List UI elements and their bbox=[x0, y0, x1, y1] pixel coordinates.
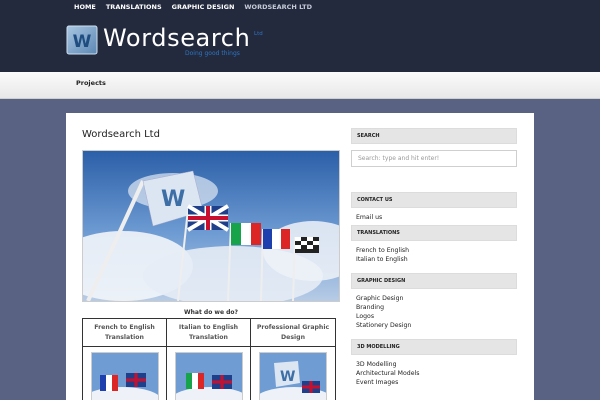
hero-image: W bbox=[82, 150, 340, 302]
service-label[interactable]: Professional Graphic Design bbox=[251, 319, 335, 347]
link-architectural-models[interactable]: Architectural Models bbox=[356, 369, 517, 378]
sidebar: SEARCH CONTACT US Email us TRANSLATIONS … bbox=[351, 128, 517, 387]
contact-heading: CONTACT US bbox=[351, 192, 517, 208]
translations-links: French to English Italian to English bbox=[351, 241, 517, 264]
service-label[interactable]: French to English Translation bbox=[83, 319, 166, 347]
nav-graphic-design[interactable]: GRAPHIC DESIGN bbox=[172, 3, 235, 11]
logo-icon[interactable]: W bbox=[66, 24, 98, 56]
translations-heading: TRANSLATIONS bbox=[351, 225, 517, 241]
logo-tagline: Doing good things bbox=[185, 50, 240, 57]
service-graphic: Professional Graphic Design W bbox=[251, 319, 335, 400]
link-italian-to-english[interactable]: Italian to English bbox=[356, 255, 517, 264]
logo-ltd: Ltd bbox=[254, 31, 263, 37]
service-italian: Italian to English Translation bbox=[167, 319, 251, 400]
service-image-italian[interactable] bbox=[174, 352, 243, 400]
graphic-design-heading: GRAPHIC DESIGN bbox=[351, 273, 517, 289]
secondary-nav: Projects bbox=[0, 72, 600, 99]
top-navigation: HOME TRANSLATIONS GRAPHIC DESIGN WORDSEA… bbox=[74, 3, 312, 11]
link-stationery-design[interactable]: Stationery Design bbox=[356, 321, 517, 330]
search-input[interactable] bbox=[351, 150, 517, 167]
3d-modelling-heading: 3D MODELLING bbox=[351, 339, 517, 355]
service-image-french[interactable] bbox=[90, 352, 159, 400]
nav-wordsearch-ltd[interactable]: WORDSEARCH LTD bbox=[244, 3, 312, 11]
logo-letter: W bbox=[73, 32, 92, 52]
link-branding[interactable]: Branding bbox=[356, 303, 517, 312]
3d-modelling-links: 3D Modelling Architectural Models Event … bbox=[351, 355, 517, 387]
hero-flag-letter: W bbox=[161, 187, 185, 212]
site-header: HOME TRANSLATIONS GRAPHIC DESIGN WORDSEA… bbox=[0, 0, 600, 72]
nav-projects[interactable]: Projects bbox=[76, 79, 106, 87]
nav-translations[interactable]: TRANSLATIONS bbox=[106, 3, 162, 11]
site-logo-text[interactable]: Wordsearch bbox=[103, 24, 250, 52]
services-caption: What do we do? bbox=[184, 309, 238, 316]
link-french-to-english[interactable]: French to English bbox=[356, 246, 517, 255]
page-title: Wordsearch Ltd bbox=[82, 129, 160, 140]
nav-home[interactable]: HOME bbox=[74, 3, 96, 11]
service-flag-letter: W bbox=[280, 369, 295, 385]
contact-links: Email us bbox=[351, 208, 517, 222]
link-logos[interactable]: Logos bbox=[356, 312, 517, 321]
search-heading: SEARCH bbox=[351, 128, 517, 144]
link-3d-modelling[interactable]: 3D Modelling bbox=[356, 360, 517, 369]
service-label[interactable]: Italian to English Translation bbox=[167, 319, 250, 347]
services-table: French to English Translation Italian to… bbox=[82, 318, 336, 400]
service-french: French to English Translation bbox=[83, 319, 167, 400]
link-event-images[interactable]: Event Images bbox=[356, 378, 517, 387]
service-image-graphic[interactable]: W bbox=[259, 352, 327, 400]
graphic-design-links: Graphic Design Branding Logos Stationery… bbox=[351, 289, 517, 330]
link-email-us[interactable]: Email us bbox=[356, 213, 517, 222]
link-graphic-design[interactable]: Graphic Design bbox=[356, 294, 517, 303]
